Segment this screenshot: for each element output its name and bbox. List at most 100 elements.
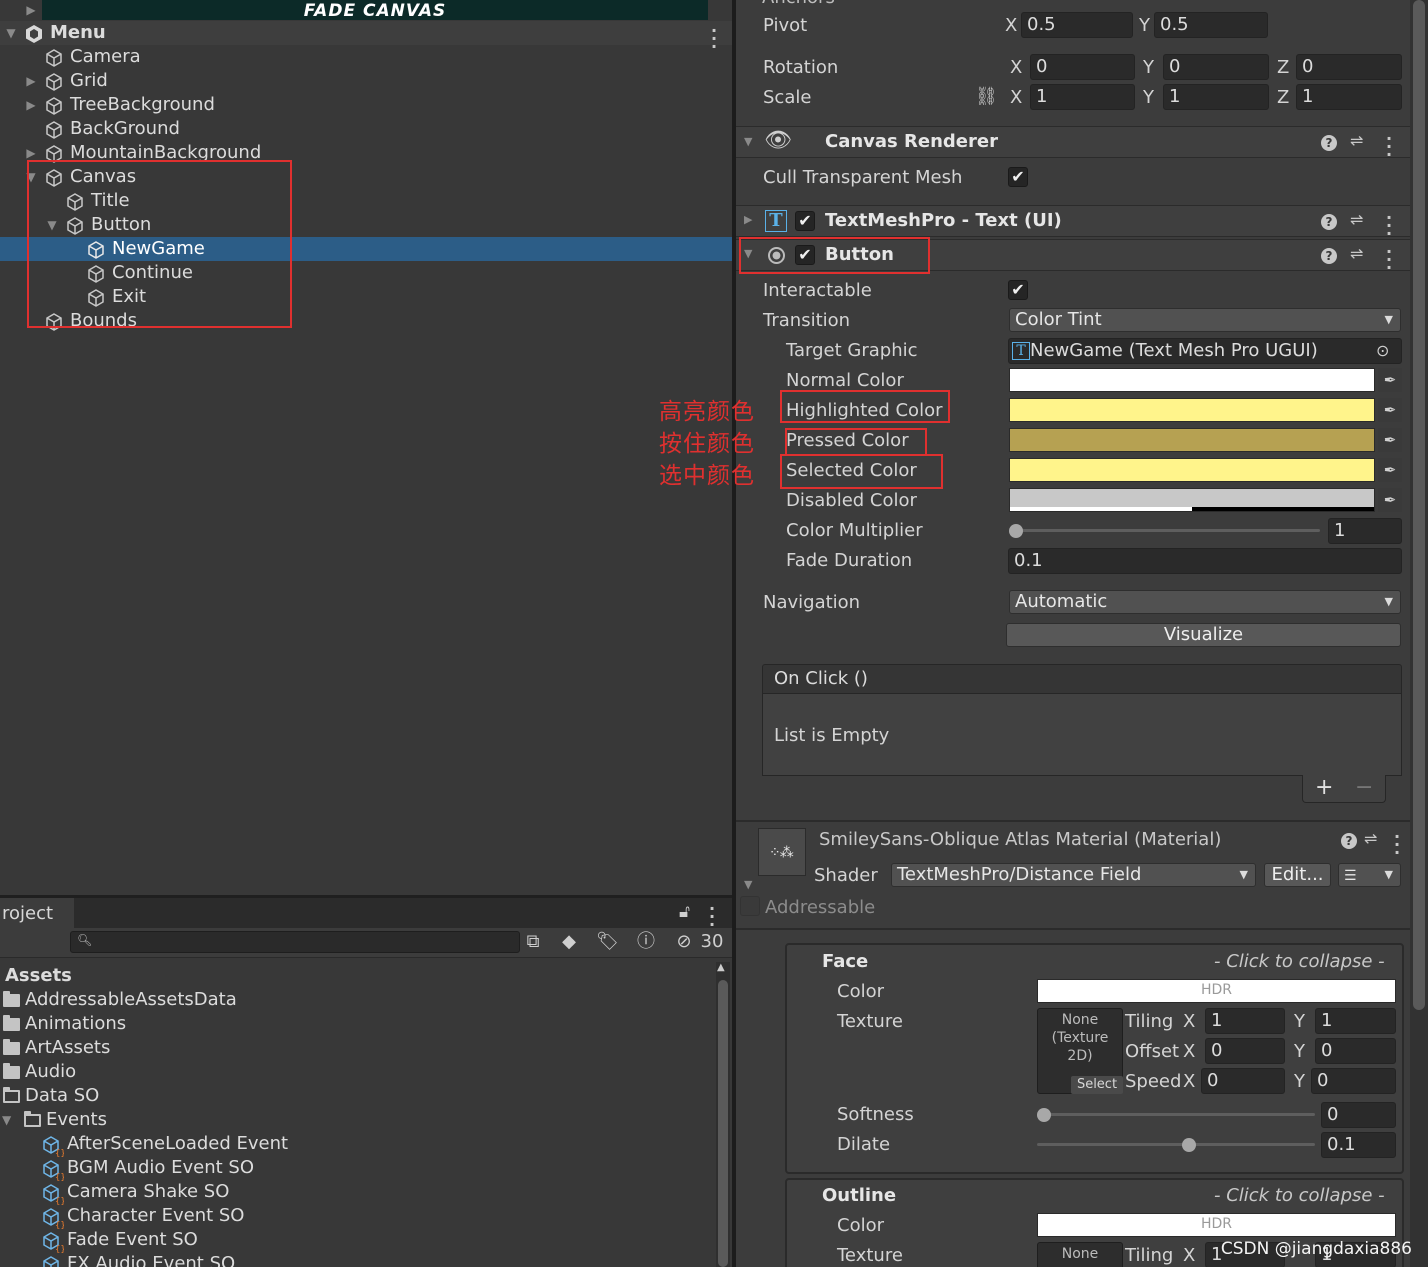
addressable-checkbox[interactable] [740, 896, 760, 916]
face-texture-slot[interactable]: None (Texture 2D) Select [1037, 1008, 1123, 1094]
object-picker-icon[interactable]: ⊙ [1376, 339, 1389, 363]
color-multiplier-field[interactable]: 1 [1328, 518, 1402, 544]
softness-slider-knob[interactable] [1037, 1108, 1051, 1122]
asset-row[interactable]: {} FX Audio Event SO [0, 1252, 400, 1267]
asset-row[interactable]: {} BGM Audio Event SO [0, 1156, 400, 1181]
help-icon[interactable]: ? [1341, 833, 1357, 849]
collapsed-arrow-icon[interactable]: ▶ [24, 93, 38, 117]
component-enabled-checkbox[interactable]: ✔ [795, 211, 815, 231]
eyedropper-icon[interactable]: ✒ [1378, 368, 1402, 392]
component-menu-kebab-icon[interactable]: · · · [1386, 210, 1392, 242]
hierarchy-item-grid[interactable]: ▶ Grid [0, 69, 732, 93]
collapsed-arrow-icon[interactable]: ▶ [744, 213, 752, 226]
face-collapse-link[interactable]: - Click to collapse - [1214, 951, 1385, 972]
pressed-color-swatch[interactable] [1009, 428, 1375, 452]
rotation-x-field[interactable]: 0 [1030, 54, 1135, 80]
eyedropper-icon[interactable]: ✒ [1378, 488, 1402, 512]
outline-collapse-link[interactable]: - Click to collapse - [1214, 1185, 1385, 1206]
scale-z-field[interactable]: 1 [1296, 84, 1402, 110]
folder-row-events[interactable]: ▼ Events [0, 1108, 400, 1132]
shader-options-dropdown[interactable]: ☰ ▼ [1338, 863, 1401, 887]
asset-row[interactable]: {} Fade Event SO [0, 1228, 400, 1253]
tiling-y-field[interactable]: 1 [1315, 1008, 1396, 1034]
hierarchy-item-camera[interactable]: Camera [0, 45, 732, 69]
asset-row[interactable]: {} AfterSceneLoaded Event [0, 1132, 400, 1157]
help-icon[interactable]: ? [1321, 248, 1337, 264]
presets-icon[interactable]: ⇌ [1350, 244, 1363, 263]
hidden-packages-icon[interactable]: ⊘ [672, 930, 696, 954]
collapsed-arrow-icon[interactable]: ▶ [24, 69, 38, 93]
help-icon[interactable]: ? [1321, 214, 1337, 230]
log-warning-icon[interactable]: ⓘ [634, 930, 658, 954]
rotation-z-field[interactable]: 0 [1296, 54, 1402, 80]
inspector-scrollbar-thumb[interactable] [1413, 0, 1425, 1010]
dilate-field[interactable]: 0.1 [1321, 1132, 1396, 1158]
expanded-arrow-icon[interactable]: ▼ [744, 135, 752, 148]
asset-row[interactable]: {} Character Event SO [0, 1204, 400, 1229]
eyedropper-icon[interactable]: ✒ [1378, 428, 1402, 452]
edit-shader-button[interactable]: Edit... [1264, 863, 1331, 887]
disabled-color-swatch[interactable] [1009, 488, 1375, 512]
face-section-title[interactable]: Face [822, 951, 868, 972]
face-color-swatch[interactable]: HDR [1037, 979, 1396, 1003]
add-button[interactable]: + [1315, 775, 1333, 800]
hierarchy-item-background[interactable]: BackGround [0, 117, 732, 141]
assets-root[interactable]: Assets [5, 964, 72, 988]
component-menu-kebab-icon[interactable]: · · · [1386, 244, 1392, 276]
project-search-input[interactable]: 🔍︎ [70, 931, 520, 953]
cull-transparent-mesh-checkbox[interactable]: ✔ [1008, 167, 1028, 187]
normal-color-swatch[interactable] [1009, 368, 1375, 392]
visualize-button[interactable]: Visualize [1006, 623, 1401, 647]
transition-dropdown[interactable]: Color Tint ▼ [1009, 308, 1401, 332]
speed-x-field[interactable]: 0 [1201, 1068, 1285, 1094]
color-multiplier-slider-knob[interactable] [1009, 524, 1023, 538]
textmeshpro-header[interactable]: ▶ T ✔ TextMeshPro - Text (UI) ? ⇌ · · · [736, 205, 1410, 242]
outline-section-title[interactable]: Outline [822, 1185, 896, 1206]
pivot-x-field[interactable]: 0.5 [1021, 12, 1133, 38]
softness-field[interactable]: 0 [1321, 1102, 1396, 1128]
rotation-y-field[interactable]: 0 [1163, 54, 1269, 80]
canvas-renderer-header[interactable]: ▼ 👁︎ Canvas Renderer ? ⇌ · · · [736, 126, 1410, 163]
speed-y-field[interactable]: 0 [1311, 1068, 1396, 1094]
collapsed-arrow-icon[interactable]: ▶ [24, 0, 38, 22]
dilate-slider-track[interactable] [1037, 1143, 1315, 1146]
filter-by-type-icon[interactable]: ◆ [557, 930, 581, 954]
remove-button[interactable]: − [1355, 775, 1373, 800]
lock-icon[interactable]: 🔓︎ [679, 902, 690, 922]
presets-icon[interactable]: ⇌ [1350, 131, 1363, 150]
component-menu-kebab-icon[interactable]: · · · [1394, 829, 1400, 861]
anchors-foldout-label[interactable]: Anchors [762, 0, 835, 8]
expanded-arrow-icon[interactable]: ▼ [744, 878, 752, 891]
target-graphic-field[interactable]: T NewGame (Text Mesh Pro UGUI) ⊙ [1008, 338, 1402, 364]
eyedropper-icon[interactable]: ✒ [1378, 398, 1402, 422]
scroll-up-arrow-icon[interactable]: ▲ [717, 962, 725, 973]
scale-x-field[interactable]: 1 [1030, 84, 1135, 110]
search-by-type-icon[interactable]: ⧉ [522, 930, 544, 954]
interactable-checkbox[interactable]: ✔ [1008, 280, 1028, 300]
help-icon[interactable]: ? [1321, 135, 1337, 151]
filter-by-label-icon[interactable]: 🏷︎ [596, 930, 619, 954]
highlighted-color-swatch[interactable] [1009, 398, 1375, 422]
component-menu-kebab-icon[interactable]: · · · [1386, 131, 1392, 163]
hierarchy-item-treebackground[interactable]: ▶ TreeBackground [0, 93, 732, 117]
expanded-arrow-icon[interactable]: ▼ [4, 21, 18, 45]
project-scrollbar-thumb[interactable] [718, 980, 728, 1267]
offset-y-field[interactable]: 0 [1315, 1038, 1396, 1064]
texture-select-button[interactable]: Select [1071, 1076, 1123, 1094]
pivot-y-field[interactable]: 0.5 [1154, 12, 1268, 38]
outline-color-swatch[interactable]: HDR [1037, 1213, 1396, 1237]
expanded-arrow-icon[interactable]: ▼ [2, 1108, 11, 1132]
project-menu-kebab-icon[interactable]: · · · [709, 901, 715, 933]
presets-icon[interactable]: ⇌ [1350, 210, 1363, 229]
selected-color-swatch[interactable] [1009, 458, 1375, 482]
eyedropper-icon[interactable]: ✒ [1378, 458, 1402, 482]
softness-slider-track[interactable] [1043, 1113, 1315, 1116]
tab-project[interactable]: roject [0, 898, 74, 930]
navigation-dropdown[interactable]: Automatic ▼ [1009, 590, 1401, 614]
constrain-proportions-link-icon[interactable]: ⛓ [975, 86, 998, 107]
presets-icon[interactable]: ⇌ [1364, 829, 1377, 848]
fade-duration-field[interactable]: 0.1 [1008, 548, 1402, 574]
color-multiplier-slider-track[interactable] [1014, 529, 1320, 532]
asset-row[interactable]: {} Camera Shake SO [0, 1180, 400, 1205]
scale-y-field[interactable]: 1 [1163, 84, 1269, 110]
